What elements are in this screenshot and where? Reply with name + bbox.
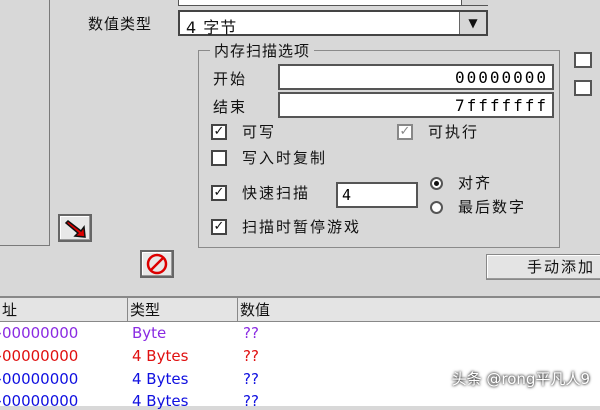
fast-scan-alignment-input[interactable] [336,182,418,208]
row-address: ›00000000 [0,347,79,365]
writable-checkbox[interactable]: ✓ [211,124,227,140]
dropdown-arrow-icon[interactable]: ▼ [459,12,486,34]
value-type-label: 数值类型 [88,15,153,33]
clear-list-button[interactable] [140,250,174,278]
row-type: 4 Bytes [132,370,189,388]
pause-game-label: 扫描时暂停游戏 [242,218,362,236]
add-to-list-button[interactable] [58,214,92,242]
align-radio[interactable] [430,177,443,190]
value-type-selected: 4 字节 [186,18,238,37]
red-arrow-icon [64,220,86,238]
row-address: ›00000000 [0,370,79,388]
executable-label: 可执行 [428,123,480,141]
align-label: 对齐 [458,174,493,192]
row-type: 4 Bytes [132,347,189,365]
last-digits-label: 最后数字 [458,198,527,216]
top-combo-partial[interactable] [178,0,488,6]
row-value: ?? [243,392,259,410]
row-type: 4 Bytes [132,392,189,410]
end-label: 结束 [213,98,248,116]
row-value: ?? [243,347,259,365]
left-panel [0,0,50,246]
manual-add-address-button[interactable]: 手动添加 [486,254,600,280]
row-address: ›00000000 [0,324,79,342]
copy-on-write-label: 写入时复制 [242,149,328,167]
watermark-text: 头条 @rong平凡人9 [451,370,590,388]
last-digits-radio[interactable] [430,201,443,214]
fast-scan-label: 快速扫描 [242,184,311,202]
row-type: Byte [132,324,167,342]
row-address: ›00000000 [0,392,79,410]
side-checkbox-2[interactable] [574,80,592,96]
copy-on-write-checkbox[interactable] [211,150,227,166]
value-type-dropdown[interactable]: 4 字节 ▼ [178,10,488,37]
end-address-input[interactable] [278,92,554,118]
header-type[interactable]: 类型 [128,298,238,322]
executable-checkbox[interactable]: ✓ [397,124,413,140]
memory-scan-options-title: 内存扫描选项 [210,40,315,61]
pause-game-checkbox[interactable]: ✓ [211,219,227,235]
header-address[interactable]: 址 [0,298,128,322]
no-entry-icon [146,253,168,275]
header-value[interactable]: 数值 [238,298,600,322]
row-value: ?? [243,324,259,342]
side-checkbox-1[interactable] [574,52,592,68]
start-label: 开始 [213,70,248,88]
start-address-input[interactable] [278,64,554,90]
fast-scan-checkbox[interactable]: ✓ [211,185,227,201]
address-list: 址 类型 数值 ›00000000 Byte ?? ›00000000 4 By… [0,296,600,410]
row-value: ?? [243,370,259,388]
writable-label: 可写 [242,123,277,141]
